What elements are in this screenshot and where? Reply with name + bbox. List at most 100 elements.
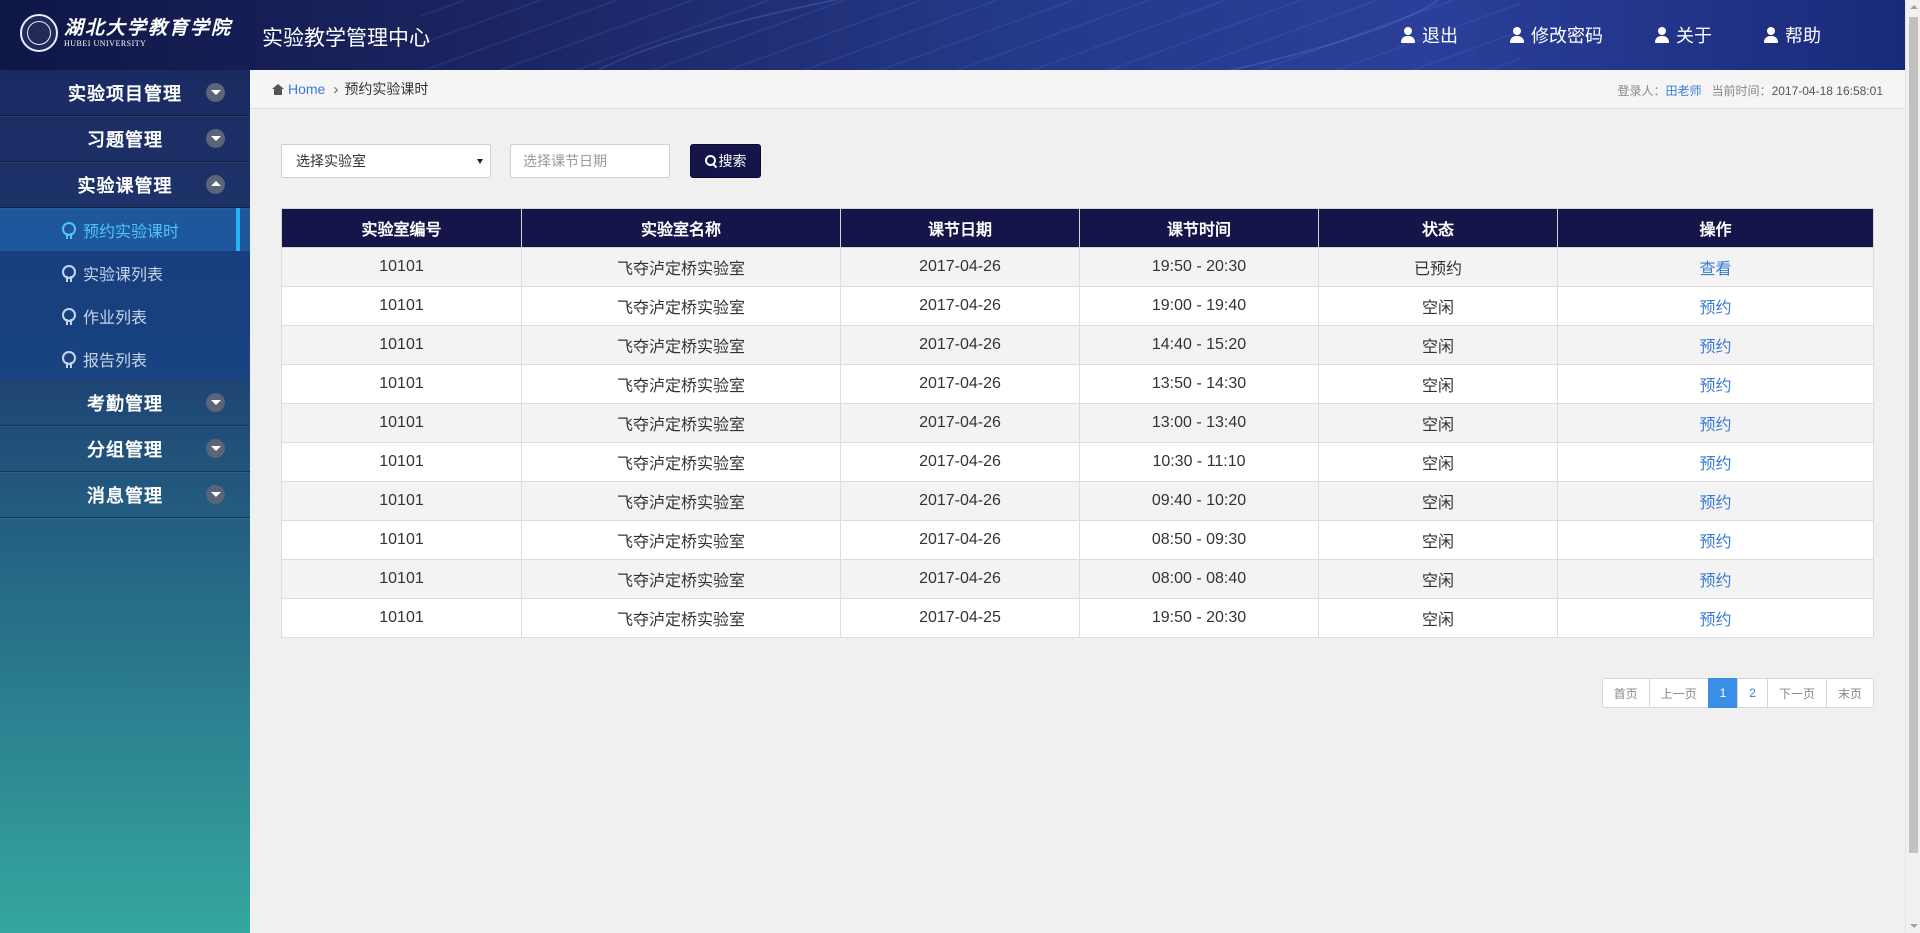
sidebar: 实验项目管理 习题管理 实验课管理 预约实验课时 实验课列表 作业列表 报告列表…: [0, 70, 250, 933]
menu-group-experiment-projects[interactable]: 实验项目管理: [0, 70, 250, 116]
lab-id-cell: 10101: [281, 403, 522, 443]
status-cell: 空闲: [1318, 559, 1558, 599]
lesson-time-cell: 13:00 - 13:40: [1079, 403, 1319, 443]
top-header: 湖北大学教育学院 HUBEI UNIVERSITY 实验教学管理中心 退出 修改…: [0, 0, 1905, 70]
next-page-button[interactable]: 下一页: [1766, 678, 1827, 708]
lab-id-cell: 10101: [281, 559, 522, 599]
main-content: Home › 预约实验课时 登录人：田老师 当前时间：2017-04-18 16:…: [250, 70, 1905, 933]
menu-group-label: 分组管理: [87, 439, 163, 460]
chevron-down-icon[interactable]: [206, 484, 225, 504]
status-cell: 空闲: [1318, 442, 1558, 482]
sidebar-item-report-list[interactable]: 报告列表: [0, 337, 250, 380]
status-cell: 空闲: [1318, 364, 1558, 404]
chevron-down-icon[interactable]: [206, 392, 225, 412]
page-1-button[interactable]: 1: [1707, 678, 1739, 708]
user-icon: [1655, 27, 1669, 43]
action-cell: 预约: [1557, 481, 1874, 521]
university-seal-icon: [20, 14, 58, 52]
action-cell: 预约: [1557, 325, 1874, 365]
search-button[interactable]: 搜索: [690, 144, 761, 178]
prev-page-button[interactable]: 上一页: [1648, 678, 1709, 708]
table-row: 10101 飞夺泸定桥实验室 2017-04-26 10:30 - 11:10 空闲 预约: [281, 442, 1874, 482]
row-action-link[interactable]: 预约: [1699, 378, 1731, 395]
chevron-down-icon[interactable]: [206, 438, 225, 458]
scroll-down-arrow-icon[interactable]: [1910, 924, 1918, 928]
sidebar-item-lab-course-list[interactable]: 实验课列表: [0, 251, 250, 294]
row-action-link[interactable]: 预约: [1699, 417, 1731, 434]
current-time-label: 当前时间：: [1711, 84, 1772, 98]
lesson-date-input[interactable]: [510, 144, 670, 178]
row-action-link[interactable]: 预约: [1699, 456, 1731, 473]
menu-group-label: 实验课管理: [77, 175, 173, 196]
action-cell: 预约: [1557, 520, 1874, 560]
search-button-label: 搜索: [718, 153, 747, 169]
row-action-link[interactable]: 查看: [1699, 261, 1731, 278]
user-icon: [1764, 27, 1778, 43]
row-action-link[interactable]: 预约: [1699, 339, 1731, 356]
chevron-down-icon[interactable]: [206, 128, 225, 148]
column-header-action: 操作: [1557, 208, 1874, 248]
page-2-button[interactable]: 2: [1737, 678, 1768, 708]
login-user-name[interactable]: 田老师: [1666, 84, 1702, 98]
table-row: 10101 飞夺泸定桥实验室 2017-04-26 19:00 - 19:40 空闲 预约: [281, 286, 1874, 326]
status-cell: 空闲: [1318, 481, 1558, 521]
table-row: 10101 飞夺泸定桥实验室 2017-04-26 14:40 - 15:20 空闲 预约: [281, 325, 1874, 365]
about-link[interactable]: 关于: [1655, 22, 1712, 48]
last-page-button[interactable]: 末页: [1825, 678, 1874, 708]
sidebar-item-homework-list[interactable]: 作业列表: [0, 294, 250, 337]
menu-group-lab-courses[interactable]: 实验课管理: [0, 162, 250, 208]
scrollbar-thumb[interactable]: [1909, 17, 1918, 853]
sidebar-item-book-lab-hours[interactable]: 预约实验课时: [0, 208, 250, 251]
menu-group-grouping[interactable]: 分组管理: [0, 426, 250, 472]
logo-chinese-name: 湖北大学教育学院: [64, 17, 233, 39]
menu-group-label: 消息管理: [87, 485, 163, 506]
row-action-link[interactable]: 预约: [1699, 612, 1731, 629]
action-cell: 查看: [1557, 247, 1874, 287]
chevron-down-icon[interactable]: [206, 82, 225, 102]
chevron-up-icon[interactable]: [206, 174, 225, 194]
vertical-scrollbar[interactable]: [1905, 0, 1920, 933]
menu-group-attendance[interactable]: 考勤管理: [0, 380, 250, 426]
row-action-link[interactable]: 预约: [1699, 573, 1731, 590]
lesson-time-cell: 08:00 - 08:40: [1079, 559, 1319, 599]
logout-link[interactable]: 退出: [1401, 22, 1458, 48]
logout-label: 退出: [1422, 26, 1458, 46]
lesson-time-cell: 08:50 - 09:30: [1079, 520, 1319, 560]
breadcrumb: Home › 预约实验课时 登录人：田老师 当前时间：2017-04-18 16:…: [250, 70, 1905, 109]
row-action-link[interactable]: 预约: [1699, 495, 1731, 512]
lesson-date-cell: 2017-04-26: [840, 364, 1080, 404]
table-row: 10101 飞夺泸定桥实验室 2017-04-26 08:50 - 09:30 空闲 预约: [281, 520, 1874, 560]
lab-name-cell: 飞夺泸定桥实验室: [521, 481, 841, 521]
lesson-time-cell: 14:40 - 15:20: [1079, 325, 1319, 365]
lab-id-cell: 10101: [281, 325, 522, 365]
user-icon: [1401, 27, 1415, 43]
search-icon: [704, 155, 717, 167]
change-password-link[interactable]: 修改密码: [1510, 22, 1603, 48]
breadcrumb-home-link[interactable]: Home: [272, 81, 325, 97]
menu-group-exercises[interactable]: 习题管理: [0, 116, 250, 162]
scroll-up-arrow-icon[interactable]: [1910, 5, 1918, 9]
lab-select[interactable]: 选择实验室: [281, 144, 491, 178]
pagination: 首页 上一页 1 2 下一页 末页: [1601, 678, 1874, 708]
action-cell: 预约: [1557, 442, 1874, 482]
lesson-date-cell: 2017-04-26: [840, 481, 1080, 521]
change-password-label: 修改密码: [1531, 26, 1603, 46]
row-action-link[interactable]: 预约: [1699, 534, 1731, 551]
column-header-lesson-time: 课节时间: [1079, 208, 1319, 248]
help-link[interactable]: 帮助: [1764, 22, 1821, 48]
lab-id-cell: 10101: [281, 442, 522, 482]
lesson-date-cell: 2017-04-26: [840, 325, 1080, 365]
menu-group-label: 习题管理: [87, 129, 163, 150]
menu-group-messages[interactable]: 消息管理: [0, 472, 250, 518]
lab-name-cell: 飞夺泸定桥实验室: [521, 364, 841, 404]
first-page-button[interactable]: 首页: [1601, 678, 1650, 708]
row-action-link[interactable]: 预约: [1699, 300, 1731, 317]
lab-name-cell: 飞夺泸定桥实验室: [521, 559, 841, 599]
lesson-date-cell: 2017-04-26: [840, 403, 1080, 443]
status-cell: 空闲: [1318, 325, 1558, 365]
header-nav: 退出 修改密码 关于 帮助: [1349, 22, 1821, 48]
chevron-right-icon: ›: [333, 80, 339, 98]
action-cell: 预约: [1557, 559, 1874, 599]
action-cell: 预约: [1557, 286, 1874, 326]
lesson-date-cell: 2017-04-26: [840, 520, 1080, 560]
